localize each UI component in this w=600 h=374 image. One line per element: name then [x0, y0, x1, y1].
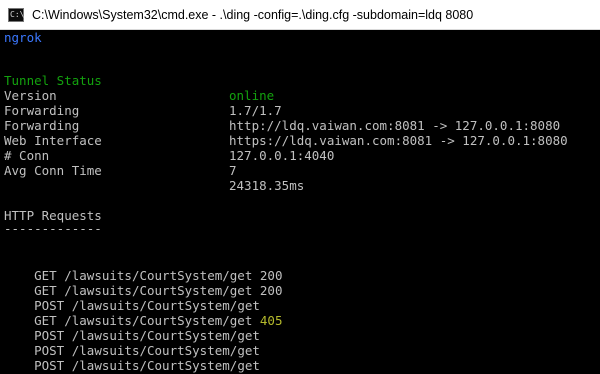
request-row: GET /lawsuits/CourtSystem/get 200 [4, 268, 282, 298]
status-key: Avg Conn Time [4, 163, 102, 178]
request-path: /lawsuits/CourtSystem/get [71, 358, 260, 373]
cmd-icon: C:\ [8, 7, 24, 22]
request-method: POST [34, 358, 65, 373]
request-row: POST /lawsuits/CourtSystem/get [4, 328, 260, 358]
request-row: GET /lawsuits/CourtSystem/get 405 [4, 298, 282, 328]
status-row: # Conn 7 [4, 133, 594, 178]
request-row: POST /lawsuits/CourtSystem/get [4, 343, 260, 373]
status-row: Web Interface 127.0.0.1:4040 [4, 118, 594, 163]
request-row: GET /lawsuits/CourtSystem/get 200 [4, 253, 282, 283]
console-output[interactable]: ngrok Tunnel Status online Version 1.7/1… [0, 30, 600, 374]
request-status: 200 [259, 283, 283, 298]
request-status: 405 [259, 313, 283, 328]
ngrok-app-name: ngrok [4, 30, 42, 45]
status-row: Forwarding https://ldq.vaiwan.com:8081 -… [4, 103, 594, 148]
request-row: POST /lawsuits/CourtSystem/get [4, 283, 260, 313]
window-titlebar[interactable]: C:\ C:\Windows\System32\cmd.exe - .\ding… [0, 0, 600, 30]
status-row: Tunnel Status online [4, 58, 594, 103]
status-row: Avg Conn Time 24318.35ms [4, 148, 594, 193]
status-value: 7 [229, 163, 237, 178]
status-row: Version 1.7/1.7 [4, 73, 594, 118]
status-value: 24318.35ms [229, 178, 305, 193]
request-row: POST /lawsuits/CourtSystem/get [4, 313, 260, 343]
status-row: Forwarding http://ldq.vaiwan.com:8081 ->… [4, 88, 594, 133]
requests-rule: ------------- [4, 221, 102, 236]
window-title: C:\Windows\System32\cmd.exe - .\ding -co… [32, 7, 474, 22]
